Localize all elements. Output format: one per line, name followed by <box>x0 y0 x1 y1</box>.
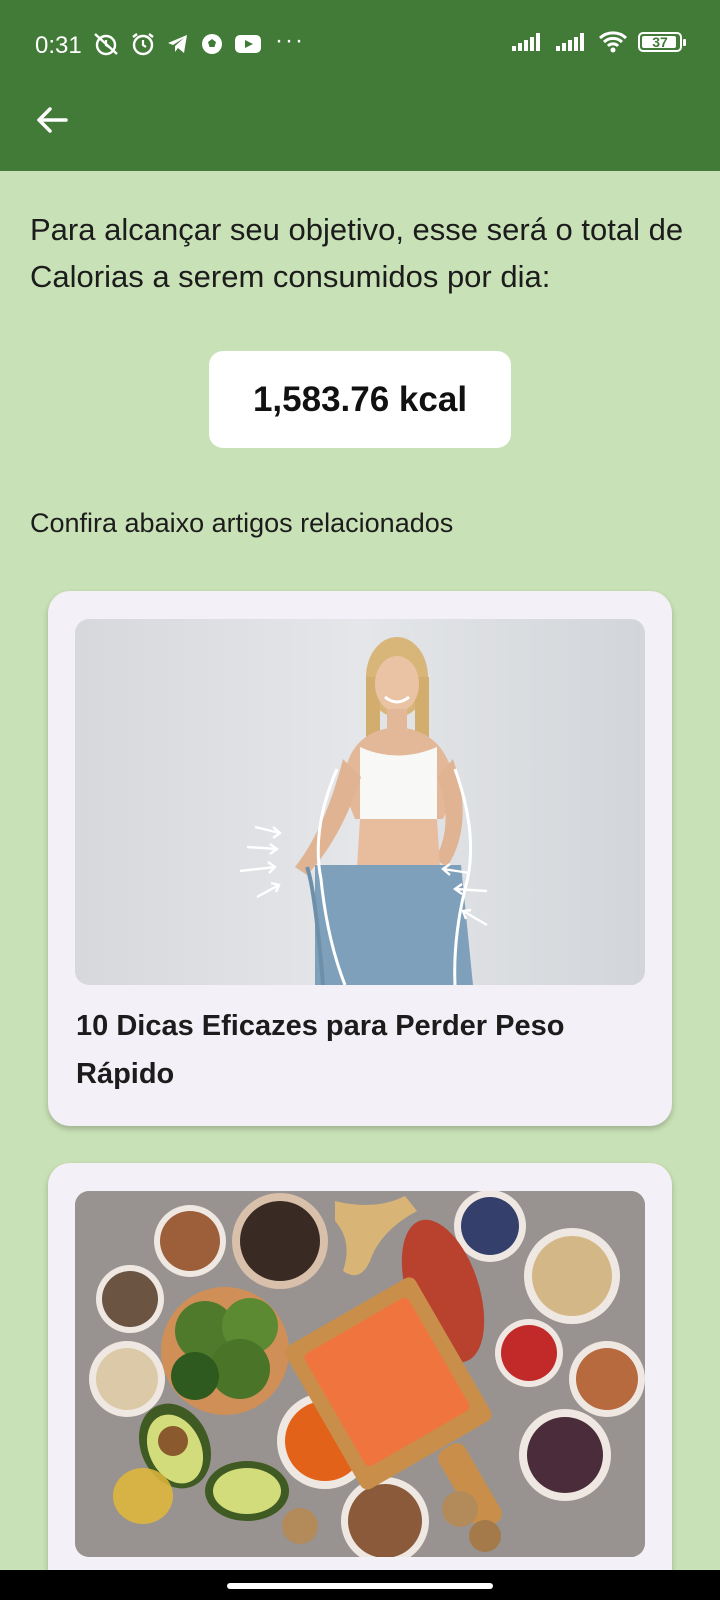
status-bar: 0:31 ··· 37 <box>0 0 720 90</box>
related-articles-heading: Confira abaixo artigos relacionados <box>30 508 454 538</box>
arrow-left-icon[interactable] <box>32 100 72 140</box>
battery-icon: 37 <box>638 32 686 52</box>
signal-2-icon <box>556 33 584 51</box>
alarm-off-icon <box>94 33 118 56</box>
status-right-icons: 37 <box>510 30 686 54</box>
article-card[interactable] <box>48 1163 672 1600</box>
telegram-icon <box>168 35 187 53</box>
calorie-value: 1,583.76 kcal <box>252 379 468 419</box>
calorie-result-box: 1,583.76 kcal <box>209 351 511 448</box>
battery-level: 37 <box>652 34 668 50</box>
status-overflow: ··· <box>275 27 305 54</box>
status-left-icons <box>92 31 262 57</box>
home-gesture-handle[interactable] <box>227 1583 493 1589</box>
wifi-icon <box>598 31 628 53</box>
healthy-food-bowls-photo <box>75 1191 645 1557</box>
youtube-icon <box>235 35 261 53</box>
article-card[interactable]: 10 Dicas Eficazes para Perder Peso Rápid… <box>48 591 672 1126</box>
status-time: 0:31 <box>35 32 82 59</box>
calorie-intro-text: Para alcançar seu objetivo, esse será o … <box>30 212 684 294</box>
woman-weight-loss-photo <box>75 619 645 985</box>
alarm-icon <box>132 33 154 56</box>
signal-1-icon <box>512 33 540 51</box>
article-title: 10 Dicas Eficazes para Perder Peso Rápid… <box>76 1010 565 1090</box>
soccer-ball-icon <box>202 34 222 54</box>
